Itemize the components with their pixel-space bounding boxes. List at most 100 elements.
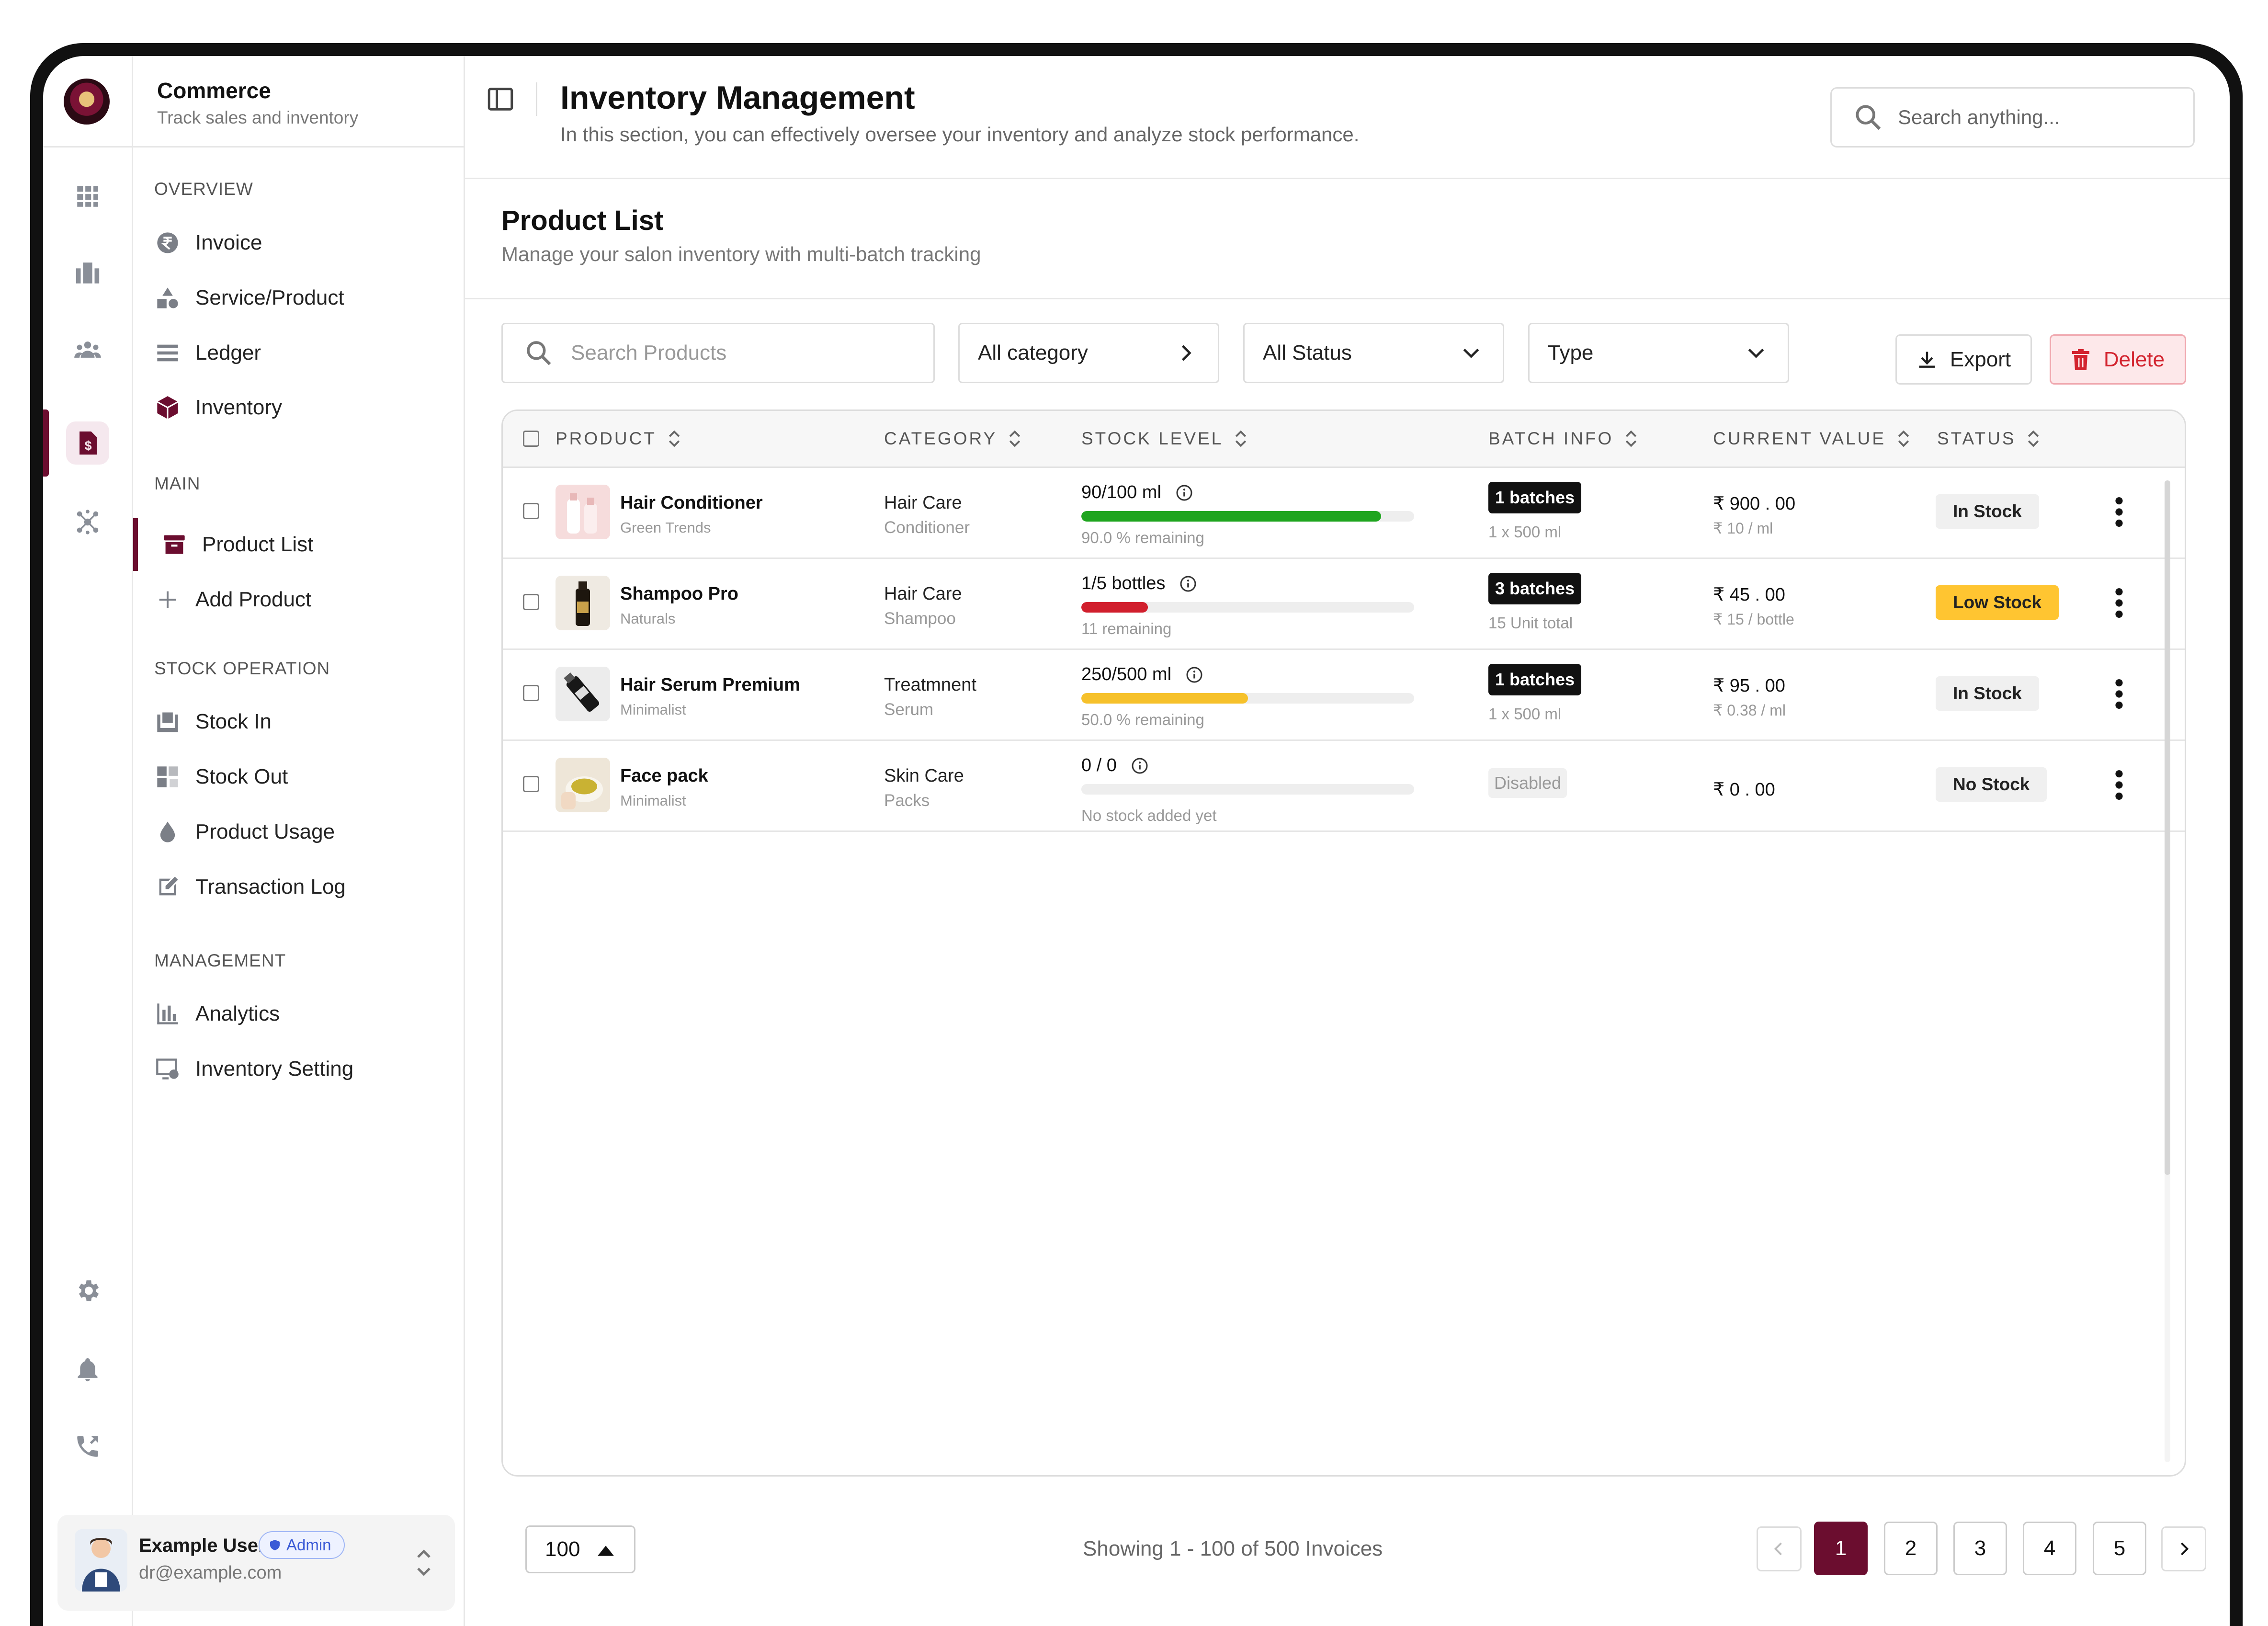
nav-label: Stock Out (195, 765, 288, 788)
rail-active-indicator (43, 409, 49, 477)
table-row[interactable]: Shampoo Pro Naturals Hair Care Shampoo 1… (503, 557, 2185, 650)
info-icon[interactable] (1186, 666, 1203, 683)
prev-page-button[interactable] (1757, 1526, 1802, 1571)
info-icon[interactable] (1131, 757, 1148, 774)
caret-up-icon (598, 1546, 614, 1556)
column-category[interactable]: CATEGORY (884, 428, 1022, 449)
table-row[interactable]: Face pack Minimalist Skin Care Packs 0 /… (503, 739, 2185, 832)
info-icon[interactable] (1179, 575, 1197, 592)
current-value: ₹ 95 . 00 (1713, 676, 1785, 696)
invoice-doc-icon[interactable]: $ (66, 421, 109, 465)
users-icon[interactable] (66, 328, 109, 371)
nav-item-analytics[interactable]: Analytics (154, 990, 442, 1038)
product-table: PRODUCT CATEGORY STOCK LEVEL BATCH INFO … (501, 409, 2186, 1477)
page-5-button[interactable]: 5 (2093, 1522, 2146, 1575)
nav-label: Analytics (195, 1002, 280, 1025)
more-options-icon[interactable] (2112, 677, 2126, 711)
nav-item-ledger[interactable]: Ledger (154, 329, 442, 377)
status-badge: Low Stock (1936, 585, 2059, 620)
nav-item-service-product[interactable]: Service/Product (154, 274, 442, 322)
stock-level: 1/5 bottles (1081, 573, 1197, 594)
chevron-up-down-icon[interactable] (414, 1541, 433, 1584)
chevron-right-icon (1181, 345, 1191, 361)
nav-item-inventory[interactable]: Inventory (154, 384, 442, 432)
status-badge: In Stock (1936, 494, 2039, 529)
product-thumbnail (556, 758, 610, 812)
nav-item-invoice[interactable]: Invoice (154, 219, 442, 267)
more-options-icon[interactable] (2112, 768, 2126, 802)
sort-icon (1009, 430, 1021, 447)
row-checkbox[interactable] (523, 776, 539, 792)
app-screen: $ Commerce Track sales and inventory OVE… (43, 56, 2230, 1626)
nav-item-add-product[interactable]: Add Product (154, 576, 442, 624)
page-1-button[interactable]: 1 (1814, 1522, 1868, 1575)
building-icon[interactable] (66, 251, 109, 295)
current-value: ₹ 900 . 00 (1713, 494, 1796, 514)
status-filter[interactable]: All Status (1243, 323, 1504, 383)
global-search-input[interactable]: Search anything... (1830, 87, 2195, 148)
next-page-button[interactable] (2161, 1526, 2206, 1571)
bell-icon[interactable] (66, 1348, 109, 1391)
svg-text:$: $ (85, 439, 92, 453)
shapes-icon (154, 284, 181, 311)
column-status[interactable]: STATUS (1937, 428, 2041, 449)
product-thumbnail (556, 576, 610, 630)
header-separator (465, 178, 2230, 179)
subcategory: Conditioner (884, 518, 970, 537)
rows-per-page-select[interactable]: 100 (525, 1525, 635, 1573)
unit-value: ₹ 10 / ml (1713, 520, 1773, 537)
network-icon[interactable] (66, 500, 109, 544)
gear-icon[interactable] (66, 1269, 109, 1312)
select-all-checkbox[interactable] (523, 431, 539, 447)
column-stock-level[interactable]: STOCK LEVEL (1081, 428, 1248, 449)
row-checkbox[interactable] (523, 685, 539, 701)
per-page-value: 100 (545, 1537, 580, 1561)
column-current-value[interactable]: CURRENT VALUE (1713, 428, 1911, 449)
box-icon (154, 394, 181, 421)
product-brand: Naturals (620, 610, 676, 627)
nav-item-product-list[interactable]: Product List (161, 521, 448, 569)
column-batch-info[interactable]: BATCH INFO (1488, 428, 1638, 449)
table-row[interactable]: Hair Conditioner Green Trends Hair Care … (503, 466, 2185, 559)
page-4-button[interactable]: 4 (2023, 1522, 2076, 1575)
nav-item-product-usage[interactable]: Product Usage (154, 808, 442, 856)
user-card[interactable]: Example User Admin dr@example.com (57, 1515, 455, 1611)
nav-item-stock-in[interactable]: Stock In (154, 698, 442, 746)
nav-label: Service/Product (195, 286, 344, 309)
filter-value: All category (978, 341, 1088, 364)
bar-chart-icon (154, 1001, 181, 1027)
table-row[interactable]: Hair Serum Premium Minimalist Treatmnent… (503, 648, 2185, 741)
column-product[interactable]: PRODUCT (556, 428, 681, 449)
more-options-icon[interactable] (2112, 586, 2126, 620)
dashboard-icon[interactable] (66, 175, 109, 218)
sidebar-toggle-icon[interactable] (486, 85, 515, 114)
product-search-input[interactable]: Search Products (501, 323, 935, 383)
section-overview: OVERVIEW (154, 179, 253, 199)
nav-item-transaction-log[interactable]: Transaction Log (154, 863, 442, 911)
product-brand: Minimalist (620, 792, 686, 809)
section-stock-operation: STOCK OPERATION (154, 659, 330, 678)
category-filter[interactable]: All category (958, 323, 1219, 383)
chevron-down-icon (1748, 348, 1764, 358)
info-icon[interactable] (1176, 484, 1193, 501)
subcategory: Packs (884, 791, 930, 810)
page-2-button[interactable]: 2 (1884, 1522, 1938, 1575)
nav-item-stock-out[interactable]: Stock Out (154, 753, 442, 801)
row-checkbox[interactable] (523, 594, 539, 610)
stock-value: 250/500 ml (1081, 664, 1172, 684)
rail-divider (43, 146, 132, 148)
export-button[interactable]: Export (1895, 334, 2032, 385)
more-options-icon[interactable] (2112, 495, 2126, 529)
type-filter[interactable]: Type (1528, 323, 1789, 383)
nav-label: Inventory (195, 396, 282, 419)
nav-item-inventory-setting[interactable]: Inventory Setting (154, 1045, 442, 1093)
nav-label: Inventory Setting (195, 1057, 354, 1080)
trash-icon (2072, 349, 2089, 370)
phone-forward-icon[interactable] (66, 1425, 109, 1468)
table-scrollbar-thumb[interactable] (2165, 480, 2170, 1175)
delete-button[interactable]: Delete (2050, 334, 2186, 385)
page-3-button[interactable]: 3 (1953, 1522, 2007, 1575)
row-checkbox[interactable] (523, 503, 539, 519)
main-content: Inventory Management In this section, yo… (465, 56, 2230, 1626)
status-badge: In Stock (1936, 676, 2039, 711)
